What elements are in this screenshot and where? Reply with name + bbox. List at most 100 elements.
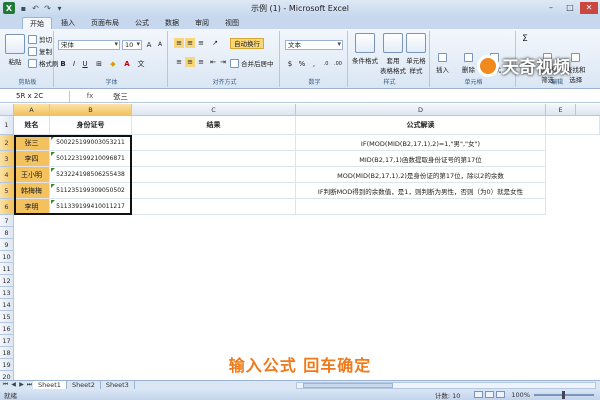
cell-b4[interactable]: 523224198506255438 bbox=[50, 167, 132, 183]
normal-view-icon[interactable] bbox=[474, 391, 484, 398]
copy-button[interactable]: 复制 bbox=[28, 46, 52, 56]
tab-page-layout[interactable]: 页面布局 bbox=[84, 17, 126, 29]
row-header[interactable]: 4 bbox=[0, 167, 14, 183]
row-header[interactable]: 7 bbox=[0, 215, 14, 227]
cell-b1[interactable]: 身份证号 bbox=[50, 116, 132, 135]
currency-icon[interactable]: $ bbox=[285, 59, 295, 69]
cell-d3[interactable]: MID(B2,17,1)函数提取身份证号的第17位 bbox=[296, 151, 546, 167]
cell-a5[interactable]: 韩梅梅 bbox=[14, 183, 50, 199]
font-size-select[interactable]: 10 bbox=[122, 40, 142, 50]
name-box[interactable]: 5R x 2C bbox=[0, 90, 70, 102]
column-header-b[interactable]: B bbox=[50, 104, 132, 116]
zoom-level[interactable]: 100% bbox=[511, 391, 530, 399]
tab-view[interactable]: 视图 bbox=[218, 17, 246, 29]
row-header[interactable]: 16 bbox=[0, 323, 14, 335]
row-header[interactable]: 11 bbox=[0, 263, 14, 275]
cell-a3[interactable]: 李四 bbox=[14, 151, 50, 167]
scrollbar-thumb[interactable] bbox=[303, 382, 393, 388]
format-painter-button[interactable]: 格式刷 bbox=[28, 58, 59, 68]
cell-a2[interactable]: 张三 bbox=[14, 135, 50, 151]
cell-c2[interactable] bbox=[132, 135, 296, 151]
row-header[interactable]: 10 bbox=[0, 251, 14, 263]
align-top-icon[interactable]: ≡ bbox=[174, 38, 184, 48]
cell-c5[interactable] bbox=[132, 183, 296, 199]
bold-button[interactable]: B bbox=[58, 59, 68, 69]
cell-d5[interactable]: IF判断MOD得到的余数值，是1，则判断为男性，否则（为0）就是女性 bbox=[296, 183, 546, 199]
cell-b6[interactable]: 511339199410011217 bbox=[50, 199, 132, 215]
row-header[interactable]: 9 bbox=[0, 239, 14, 251]
first-sheet-icon[interactable]: ⏮ bbox=[2, 381, 9, 389]
page-break-view-icon[interactable] bbox=[496, 391, 506, 398]
last-sheet-icon[interactable]: ⏭ bbox=[26, 381, 33, 389]
align-center-icon[interactable]: ≡ bbox=[185, 57, 195, 67]
cell-b2[interactable]: 500225199003053211 bbox=[50, 135, 132, 151]
delete-cells-button[interactable]: 删除 bbox=[462, 53, 475, 74]
cell-a6[interactable]: 李明 bbox=[14, 199, 50, 215]
row-header[interactable]: 8 bbox=[0, 227, 14, 239]
shrink-font-button[interactable]: A bbox=[155, 40, 165, 50]
comma-icon[interactable]: , bbox=[309, 59, 319, 69]
autosum-icon[interactable]: Σ bbox=[520, 34, 530, 44]
increase-indent-icon[interactable]: ⇥ bbox=[218, 57, 228, 67]
decrease-decimal-icon[interactable]: .00 bbox=[333, 59, 343, 69]
select-all-corner[interactable] bbox=[0, 104, 14, 116]
zoom-slider-knob[interactable] bbox=[562, 390, 565, 399]
grow-font-button[interactable]: A bbox=[144, 40, 154, 50]
column-header-e[interactable]: E bbox=[546, 104, 576, 116]
cut-button[interactable]: 剪切 bbox=[28, 34, 52, 44]
align-left-icon[interactable]: ≡ bbox=[174, 57, 184, 67]
conditional-format-button[interactable]: 条件格式 bbox=[352, 33, 378, 65]
horizontal-scrollbar[interactable] bbox=[296, 381, 596, 389]
row-header[interactable]: 2 bbox=[0, 135, 14, 151]
prev-sheet-icon[interactable]: ◀ bbox=[10, 381, 17, 389]
next-sheet-icon[interactable]: ▶ bbox=[18, 381, 25, 389]
decrease-indent-icon[interactable]: ⇤ bbox=[208, 57, 218, 67]
borders-icon[interactable]: ⊞ bbox=[94, 59, 104, 69]
paste-button[interactable]: 粘贴 bbox=[5, 34, 25, 66]
tab-data[interactable]: 数据 bbox=[158, 17, 186, 29]
formula-input[interactable]: 张三 bbox=[110, 91, 128, 102]
cell-styles-button[interactable]: 单元格 样式 bbox=[406, 33, 426, 75]
cell-d4[interactable]: MOD(MID(B2,17,1),2)是身份证的第17位，除以2的余数 bbox=[296, 167, 546, 183]
font-color-icon[interactable]: A bbox=[122, 59, 132, 69]
column-header-d[interactable]: D bbox=[296, 104, 546, 116]
cell-e1[interactable] bbox=[546, 116, 600, 135]
cell-c3[interactable] bbox=[132, 151, 296, 167]
minimize-icon[interactable]: – bbox=[542, 2, 560, 14]
increase-decimal-icon[interactable]: .0 bbox=[321, 59, 331, 69]
tab-formulas[interactable]: 公式 bbox=[128, 17, 156, 29]
cell-d1[interactable]: 公式解读 bbox=[296, 116, 546, 135]
align-middle-icon[interactable]: ≡ bbox=[185, 38, 195, 48]
number-format-select[interactable]: 文本 bbox=[285, 40, 343, 50]
cell-d6[interactable] bbox=[296, 199, 546, 215]
worksheet-grid[interactable]: A B C D E 1 2 3 4 5 6 7 8 9 10 11 12 13 … bbox=[0, 104, 600, 380]
cell-a1[interactable]: 姓名 bbox=[14, 116, 50, 135]
maximize-icon[interactable]: □ bbox=[561, 2, 579, 14]
cell-a4[interactable]: 王小明 bbox=[14, 167, 50, 183]
column-header-a[interactable]: A bbox=[14, 104, 50, 116]
cell-c4[interactable] bbox=[132, 167, 296, 183]
fill-color-icon[interactable]: ◆ bbox=[108, 59, 118, 69]
zoom-slider[interactable] bbox=[534, 390, 594, 399]
font-name-select[interactable]: 宋体 bbox=[58, 40, 120, 50]
row-header[interactable]: 1 bbox=[0, 116, 14, 135]
row-header[interactable]: 15 bbox=[0, 311, 14, 323]
merge-center-button[interactable]: 合并后居中 bbox=[230, 58, 274, 68]
row-header[interactable]: 6 bbox=[0, 199, 14, 215]
cell-b5[interactable]: 511235199309050502 bbox=[50, 183, 132, 199]
orientation-icon[interactable]: ↗ bbox=[210, 38, 220, 48]
cell-c6[interactable] bbox=[132, 199, 296, 215]
tab-insert[interactable]: 插入 bbox=[54, 17, 82, 29]
tab-home[interactable]: 开始 bbox=[22, 17, 52, 29]
close-icon[interactable]: ✕ bbox=[580, 2, 598, 14]
format-as-table-button[interactable]: 套用 表格格式 bbox=[380, 33, 406, 75]
fx-icon[interactable]: fx bbox=[70, 92, 110, 100]
insert-cells-button[interactable]: 插入 bbox=[436, 53, 449, 74]
row-header[interactable]: 14 bbox=[0, 299, 14, 311]
phonetic-icon[interactable]: 文 bbox=[136, 59, 146, 69]
tab-review[interactable]: 审阅 bbox=[188, 17, 216, 29]
row-header[interactable]: 12 bbox=[0, 275, 14, 287]
italic-button[interactable]: I bbox=[69, 59, 79, 69]
cell-b3[interactable]: 501223199210096871 bbox=[50, 151, 132, 167]
align-bottom-icon[interactable]: ≡ bbox=[196, 38, 206, 48]
